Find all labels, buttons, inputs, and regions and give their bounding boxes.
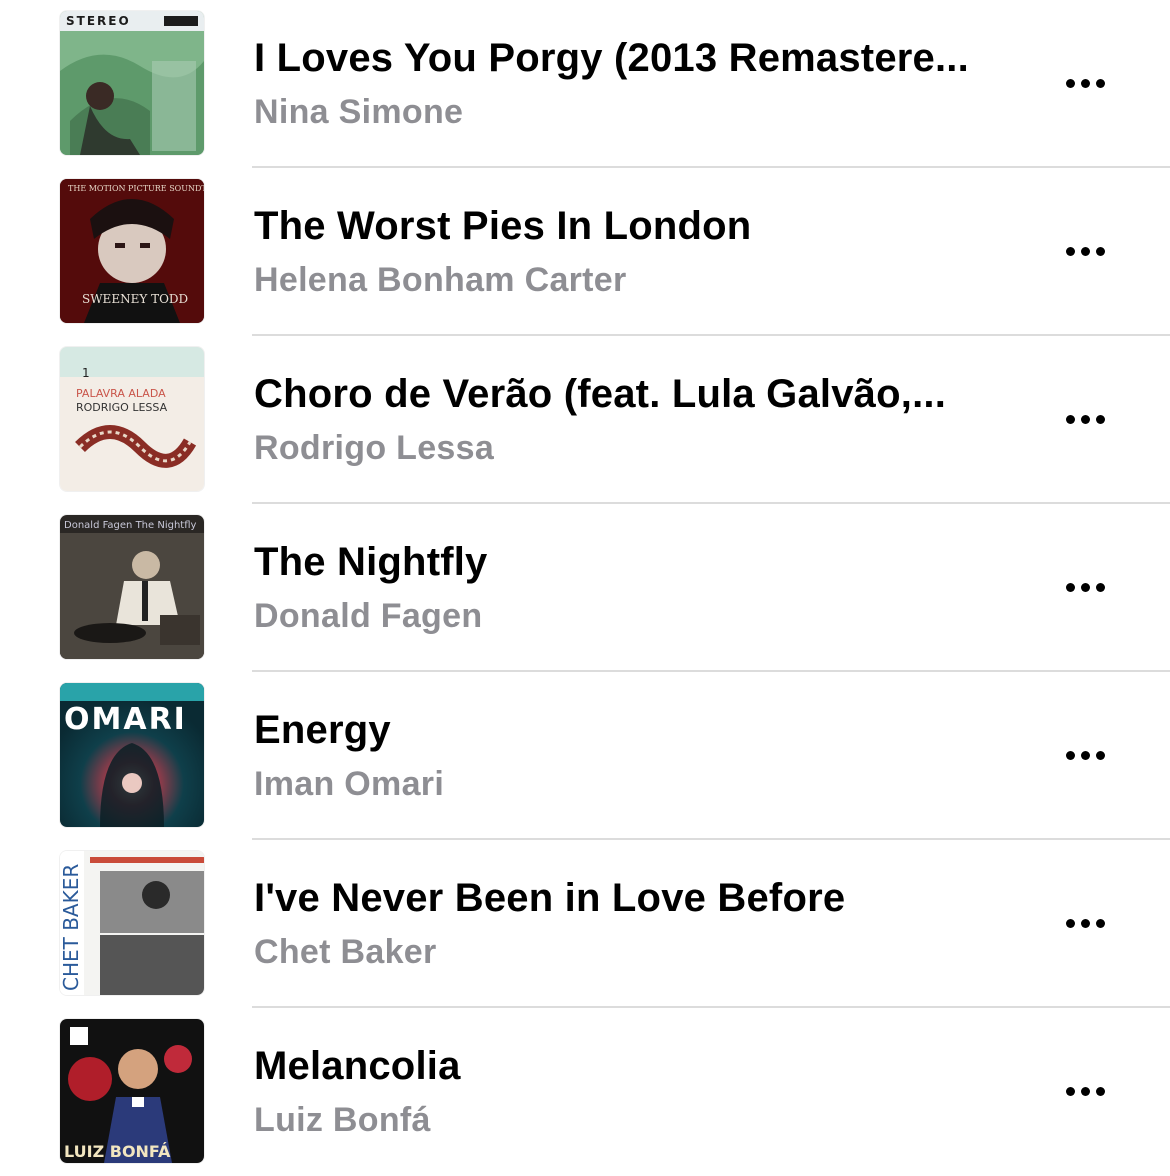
ellipsis-icon[interactable] bbox=[1056, 730, 1114, 780]
ellipsis-icon[interactable] bbox=[1056, 898, 1114, 948]
ellipsis-icon[interactable] bbox=[1056, 394, 1114, 444]
ellipsis-icon[interactable] bbox=[1056, 1066, 1114, 1116]
song-title: I Loves You Porgy (2013 Remastere... bbox=[254, 36, 969, 80]
luiz-bonfa-artwork-icon: LUIZ BONFÁ bbox=[60, 1019, 204, 1163]
song-row[interactable]: Donald Fagen The Nightfly The Nightfly D… bbox=[0, 504, 1170, 672]
svg-text:SWEENEY TODD: SWEENEY TODD bbox=[82, 292, 188, 306]
song-row[interactable]: CHET BAKER I've Never Been in Love Befor… bbox=[0, 840, 1170, 1008]
song-title: Melancolia bbox=[254, 1044, 461, 1088]
song-artist: Iman Omari bbox=[254, 765, 445, 803]
song-row[interactable]: 1 PALAVRA ALADA RODRIGO LESSA Choro de V… bbox=[0, 336, 1170, 504]
artwork-label: Donald Fagen The Nightfly bbox=[64, 520, 197, 531]
song-artist: Donald Fagen bbox=[254, 597, 483, 635]
song-artist: Nina Simone bbox=[254, 93, 464, 131]
artwork-label: OMARI bbox=[64, 702, 187, 737]
svg-text:1: 1 bbox=[82, 366, 90, 380]
chet-baker-artwork-icon: CHET BAKER bbox=[60, 851, 204, 995]
song-title: Choro de Verão (feat. Lula Galvão,... bbox=[254, 372, 947, 416]
svg-text:RODRIGO LESSA: RODRIGO LESSA bbox=[76, 401, 168, 414]
artwork-label: THE MOTION PICTURE SOUNDTRACK bbox=[68, 184, 204, 193]
artwork-label: STEREO bbox=[66, 14, 131, 28]
song-title: I've Never Been in Love Before bbox=[254, 876, 846, 920]
sweeney-todd-artwork-icon: THE MOTION PICTURE SOUNDTRACK SWEENEY TO… bbox=[60, 179, 204, 323]
ellipsis-icon[interactable] bbox=[1056, 226, 1114, 276]
song-artist: Helena Bonham Carter bbox=[254, 261, 627, 299]
song-row[interactable]: STEREO I Loves You Porgy (2013 Remastere… bbox=[0, 0, 1170, 168]
artwork-label: CHET BAKER bbox=[60, 864, 83, 991]
artwork-label: PALAVRA ALADA bbox=[76, 387, 166, 400]
ellipsis-icon[interactable] bbox=[1056, 562, 1114, 612]
ellipsis-icon[interactable] bbox=[1056, 58, 1114, 108]
song-row[interactable]: OMARI Energy Iman Omari bbox=[0, 672, 1170, 840]
palavra-alada-artwork-icon: 1 PALAVRA ALADA RODRIGO LESSA bbox=[60, 347, 204, 491]
nina-simone-artwork-icon: STEREO bbox=[60, 11, 204, 155]
the-nightfly-artwork-icon: Donald Fagen The Nightfly bbox=[60, 515, 204, 659]
artwork-label: LUIZ BONFÁ bbox=[64, 1142, 171, 1161]
song-artist: Luiz Bonfá bbox=[254, 1101, 431, 1139]
song-title: The Nightfly bbox=[254, 540, 488, 584]
song-row[interactable]: THE MOTION PICTURE SOUNDTRACK SWEENEY TO… bbox=[0, 168, 1170, 336]
song-artist: Chet Baker bbox=[254, 933, 437, 971]
iman-omari-artwork-icon: OMARI bbox=[60, 683, 204, 827]
song-artist: Rodrigo Lessa bbox=[254, 429, 495, 467]
song-row[interactable]: LUIZ BONFÁ Melancolia Luiz Bonfá bbox=[0, 1008, 1170, 1176]
song-title: The Worst Pies In London bbox=[254, 204, 752, 248]
song-title: Energy bbox=[254, 708, 391, 752]
